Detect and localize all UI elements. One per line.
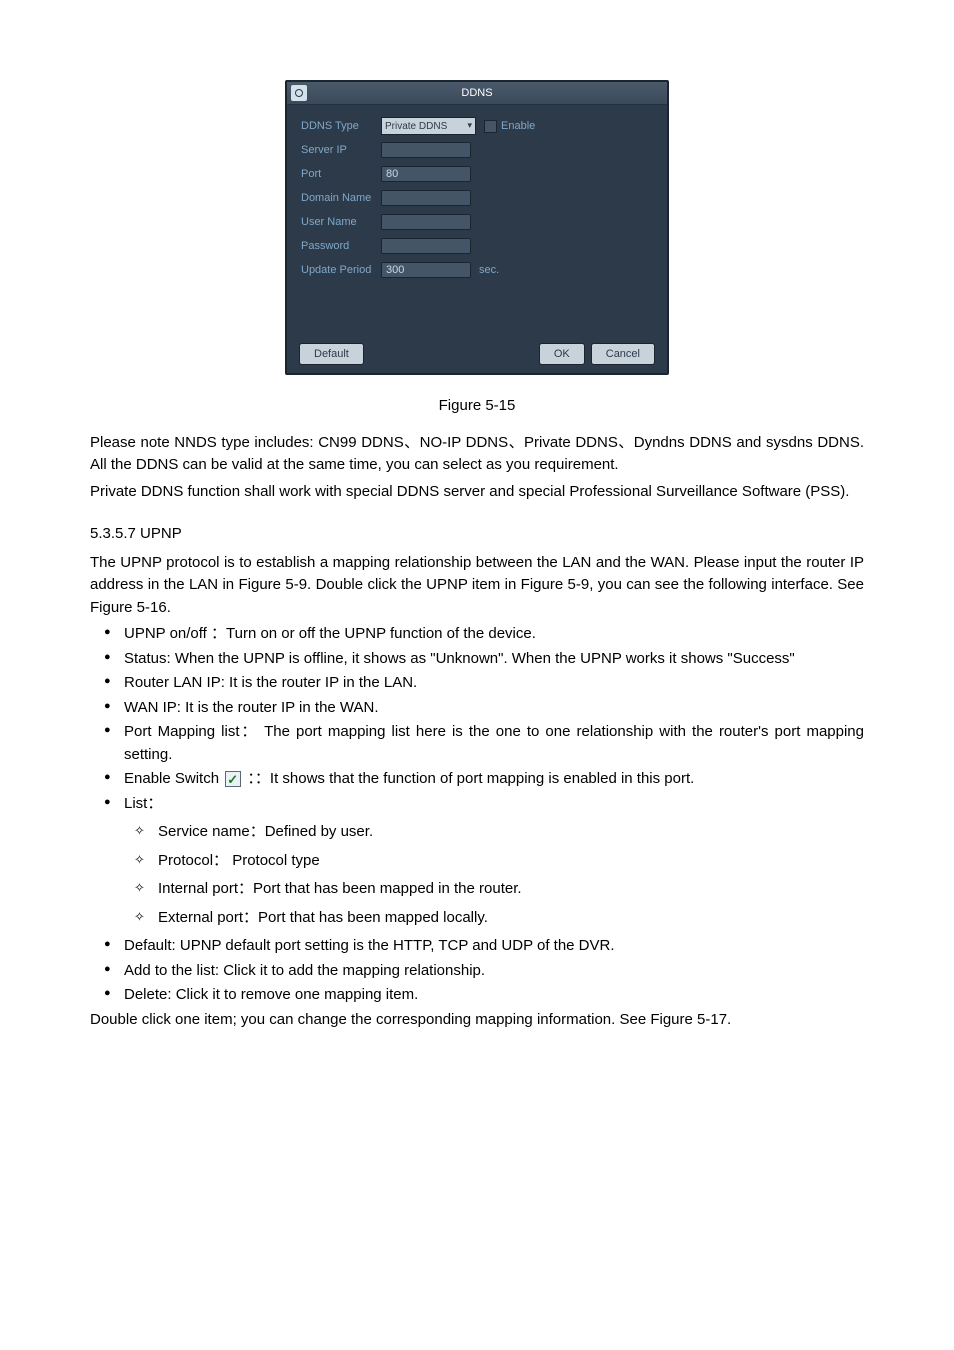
list-item: Delete: Click it to remove one mapping i…: [90, 984, 864, 1007]
list-item: List：: [90, 793, 864, 816]
password-input[interactable]: [381, 238, 471, 254]
ddns-app-icon: [291, 85, 307, 101]
enable-checkbox[interactable]: [484, 120, 497, 133]
ddns-type-select[interactable]: Private DDNS: [381, 117, 476, 135]
list-item: Router LAN IP: It is the router IP in th…: [90, 672, 864, 695]
list-item: UPNP on/off ：Turn on or off the UPNP fun…: [90, 623, 864, 646]
list-item: Add to the list: Click it to add the map…: [90, 960, 864, 983]
paragraph-private-ddns: Private DDNS function shall work with sp…: [90, 481, 864, 504]
password-label: Password: [301, 238, 381, 255]
list-item: Status: When the UPNP is offline, it sho…: [90, 648, 864, 671]
user-label: User Name: [301, 214, 381, 231]
ddns-titlebar: DDNS: [287, 82, 667, 105]
ddns-title: DDNS: [287, 82, 667, 104]
ok-button[interactable]: OK: [539, 343, 585, 365]
enable-label: Enable: [501, 118, 535, 135]
ddns-dialog: DDNS DDNS Type Private DDNS Enable Serve…: [285, 80, 669, 375]
list-item: WAN IP: It is the router IP in the WAN.: [90, 697, 864, 720]
domain-input[interactable]: [381, 190, 471, 206]
enable-switch-pre: Enable Switch: [124, 770, 223, 787]
user-input[interactable]: [381, 214, 471, 230]
update-unit: sec.: [479, 262, 499, 279]
list-item: Protocol： Protocol type: [90, 850, 864, 873]
port-input[interactable]: [381, 166, 471, 182]
enable-switch-checkbox-icon: [225, 771, 241, 787]
figure-caption: Figure 5-15: [90, 395, 864, 418]
list-item: Internal port：Port that has been mapped …: [90, 878, 864, 901]
ddns-footer: Default OK Cancel: [287, 335, 667, 373]
enable-switch-post: ：：It shows that the function of port map…: [247, 770, 694, 787]
list-item: Enable Switch ：：It shows that the functi…: [90, 768, 864, 791]
paragraph-upnp-intro: The UPNP protocol is to establish a mapp…: [90, 552, 864, 620]
domain-label: Domain Name: [301, 190, 381, 207]
cancel-button[interactable]: Cancel: [591, 343, 655, 365]
server-ip-label: Server IP: [301, 142, 381, 159]
ddns-type-label: DDNS Type: [301, 118, 381, 135]
section-heading-upnp: 5.3.5.7 UPNP: [90, 523, 864, 546]
paragraph-double-click: Double click one item; you can change th…: [90, 1009, 864, 1032]
list-sub-items: Service name：Defined by user. Protocol： …: [90, 821, 864, 929]
list-item: External port：Port that has been mapped …: [90, 907, 864, 930]
default-button[interactable]: Default: [299, 343, 364, 365]
list-item: Default: UPNP default port setting is th…: [90, 935, 864, 958]
update-label: Update Period: [301, 262, 381, 279]
paragraph-nnds-types: Please note NNDS type includes: CN99 DDN…: [90, 432, 864, 477]
list-item: Service name：Defined by user.: [90, 821, 864, 844]
port-label: Port: [301, 166, 381, 183]
server-ip-input[interactable]: [381, 142, 471, 158]
list-item: Port Mapping list： The port mapping list…: [90, 721, 864, 766]
upnp-bullet-list-cont: Default: UPNP default port setting is th…: [90, 935, 864, 1007]
ddns-body: DDNS Type Private DDNS Enable Server IP …: [287, 105, 667, 335]
ddns-figure: DDNS DDNS Type Private DDNS Enable Serve…: [90, 80, 864, 375]
upnp-bullet-list: UPNP on/off ：Turn on or off the UPNP fun…: [90, 623, 864, 815]
update-input[interactable]: [381, 262, 471, 278]
